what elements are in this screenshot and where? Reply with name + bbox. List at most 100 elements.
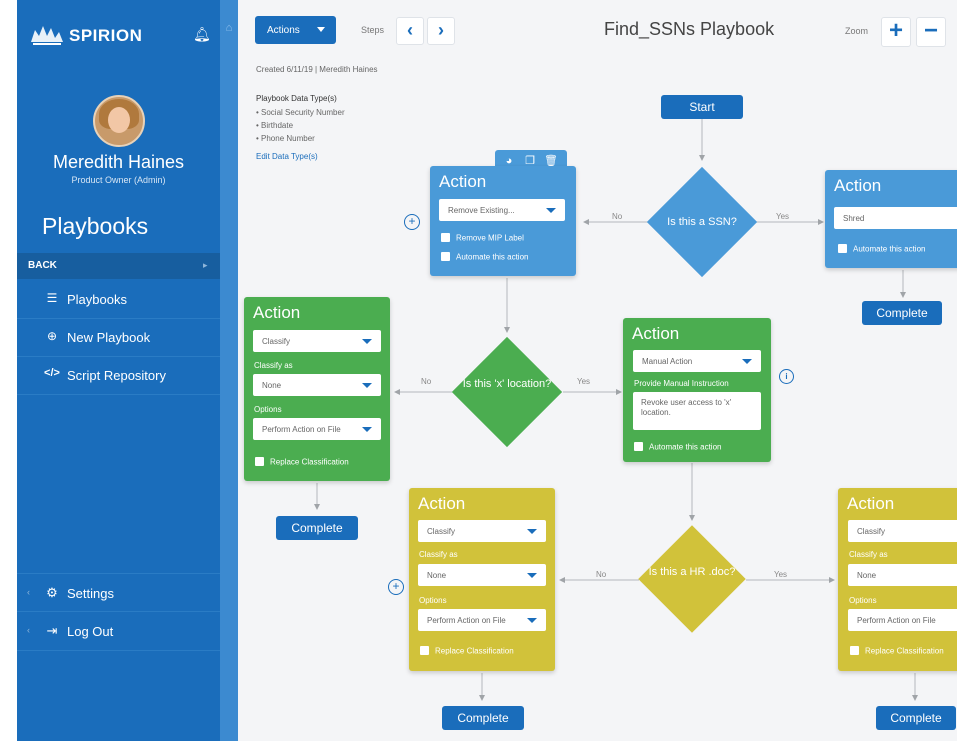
complete-node[interactable]: Complete: [876, 706, 956, 730]
plus-icon: +: [888, 17, 903, 44]
brand-name: SPIRION: [69, 26, 143, 45]
add-node-icon[interactable]: +: [388, 579, 404, 595]
plus-circle-icon: ⊕: [46, 329, 58, 343]
classify-as-select[interactable]: None: [253, 374, 381, 396]
decision-location-label: Is this 'x' location?: [462, 378, 552, 390]
classify-as-label: Classify as: [254, 361, 293, 370]
chevron-left-icon: ‹: [27, 587, 30, 597]
zoom-out-button[interactable]: −: [916, 17, 946, 47]
data-type-item: • Birthdate: [256, 121, 294, 130]
action-node-classify-gold-left[interactable]: Action Classify Classify as None Options…: [409, 488, 555, 671]
zoom-label: Zoom: [845, 26, 869, 36]
playbook-title: Find_SSNs Playbook: [604, 19, 775, 39]
home-icon[interactable]: ⌂: [220, 22, 238, 34]
automate-checkbox[interactable]: Automate this action: [634, 442, 721, 452]
user-role: Product Owner (Admin): [71, 175, 166, 185]
logout-icon: ⇥: [46, 623, 58, 638]
created-info: Created 6/11/19 | Meredith Haines: [256, 65, 378, 74]
edit-data-types-link[interactable]: Edit Data Type(s): [256, 152, 318, 161]
spirion-logo-icon: [31, 26, 63, 45]
edge-no-label: No: [421, 377, 432, 386]
sidebar-item-new-playbook[interactable]: ⊕ New Playbook: [17, 318, 220, 357]
automate-checkbox[interactable]: Automate this action: [838, 244, 925, 254]
sidebar-item-label: Script Repository: [67, 368, 166, 383]
action-title: Action: [632, 324, 680, 343]
action-select[interactable]: Classify: [253, 330, 381, 352]
options-select[interactable]: Perform Action on File: [253, 418, 381, 440]
sidebar-item-playbooks[interactable]: ☰ Playbooks: [17, 280, 220, 319]
collapse-rail[interactable]: ⌂: [220, 0, 238, 741]
classify-as-value: None: [857, 571, 877, 580]
action-select-value: Classify: [427, 527, 456, 536]
bell-icon[interactable]: 🔔︎: [193, 26, 211, 43]
automate-checkbox[interactable]: Automate this action: [441, 252, 528, 262]
edge-yes-label: Yes: [577, 377, 591, 386]
section-title: Playbooks: [42, 213, 149, 239]
data-type-item: • Phone Number: [256, 134, 315, 143]
action-select[interactable]: Shred: [834, 207, 957, 229]
edge-yes-label: Yes: [776, 212, 790, 221]
sidebar-item-label: Log Out: [67, 624, 114, 639]
info-icon[interactable]: i: [779, 369, 794, 384]
replace-classification-checkbox[interactable]: Replace Classification: [850, 646, 944, 656]
action-node-manual[interactable]: Action Manual Action Provide Manual Inst…: [623, 318, 771, 462]
action-select[interactable]: Classify: [848, 520, 957, 542]
action-select[interactable]: Remove Existing...: [439, 199, 565, 221]
sidebar-item-label: Settings: [67, 586, 114, 601]
sidebar-item-script-repository[interactable]: </> Script Repository: [17, 356, 220, 395]
action-node-classify-gold-right[interactable]: Action Classify Classify as None Options…: [838, 488, 957, 671]
chevron-down-icon: [527, 618, 537, 623]
replace-classification-checkbox[interactable]: Replace Classification: [420, 646, 514, 656]
instruction-textarea[interactable]: Revoke user access to 'x' location.: [633, 392, 761, 430]
options-select[interactable]: Perform Action on File: [418, 609, 546, 631]
remove-mip-checkbox[interactable]: Remove MIP Label: [441, 233, 524, 243]
chevron-down-icon: [527, 573, 537, 578]
sidebar-item-settings[interactable]: ‹ ⚙ Settings: [17, 573, 220, 612]
action-title: Action: [439, 172, 487, 191]
action-select[interactable]: Classify: [418, 520, 546, 542]
options-value: Perform Action on File: [262, 425, 341, 434]
action-node-classify-green[interactable]: Action Classify Classify as None Options…: [244, 297, 390, 481]
code-icon: </>: [44, 367, 60, 379]
action-title: Action: [418, 494, 466, 513]
sidebar-item-label: Playbooks: [67, 292, 127, 307]
edge-no-label: No: [596, 570, 607, 579]
actions-dropdown-button[interactable]: Actions: [255, 16, 336, 44]
avatar: [93, 95, 145, 147]
action-select-value: Remove Existing...: [448, 206, 515, 215]
chevron-down-icon: [362, 339, 372, 344]
steps-label: Steps: [361, 25, 385, 35]
action-title: Action: [847, 494, 895, 513]
decision-ssn-label: Is this a SSN?: [667, 216, 737, 228]
action-node-shred[interactable]: Action Shred Automate this action: [825, 170, 957, 268]
classify-as-select[interactable]: None: [848, 564, 957, 586]
action-title: Action: [834, 176, 882, 195]
complete-node[interactable]: Complete: [276, 516, 358, 540]
edge-yes-label: Yes: [774, 570, 788, 579]
options-value: Perform Action on File: [427, 616, 506, 625]
options-label: Options: [849, 596, 877, 605]
step-forward-button[interactable]: ›: [427, 17, 455, 45]
action-select[interactable]: Manual Action: [633, 350, 761, 372]
action-select-value: Classify: [262, 337, 291, 346]
back-button[interactable]: BACK ▸: [17, 253, 220, 279]
chevron-down-icon: [317, 27, 325, 32]
classify-as-label: Classify as: [849, 550, 888, 559]
replace-classification-checkbox[interactable]: Replace Classification: [255, 457, 349, 467]
start-node[interactable]: Start: [661, 95, 743, 119]
complete-node[interactable]: Complete: [442, 706, 524, 730]
zoom-in-button[interactable]: +: [881, 17, 911, 47]
complete-node[interactable]: Complete: [862, 301, 942, 325]
action-node-remove[interactable]: Action Remove Existing... Remove MIP Lab…: [430, 166, 576, 276]
options-label: Options: [419, 596, 447, 605]
chevron-left-icon: ‹: [27, 625, 30, 635]
action-select-value: Classify: [857, 527, 886, 536]
add-node-icon[interactable]: +: [404, 214, 420, 230]
list-icon: ☰: [46, 291, 58, 305]
sidebar-item-logout[interactable]: ‹ ⇥ Log Out: [17, 611, 220, 651]
chevron-down-icon: [362, 427, 372, 432]
flow-canvas[interactable]: Created 6/11/19 | Meredith Haines Playbo…: [238, 0, 957, 741]
step-back-button[interactable]: ‹: [396, 17, 424, 45]
options-select[interactable]: Perform Action on File: [848, 609, 957, 631]
classify-as-select[interactable]: None: [418, 564, 546, 586]
